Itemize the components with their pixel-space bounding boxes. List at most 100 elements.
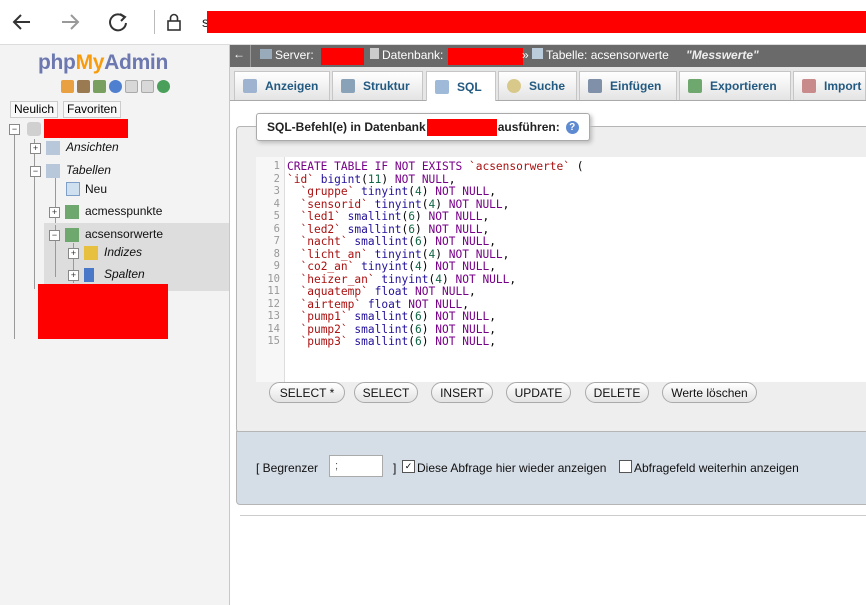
arrow-left-icon[interactable] [8,8,36,36]
table-icon [65,205,79,219]
index-icon [84,246,98,260]
redacted-address [207,11,866,33]
tree-item-views[interactable]: Ansichten [66,140,119,154]
sql-query-icon[interactable] [93,80,106,93]
table-icon [65,228,79,242]
collapse-icon[interactable]: − [30,166,41,177]
breadcrumb-database[interactable]: Datenbank: [370,48,443,62]
new-table-icon [66,182,80,196]
tab-favorites[interactable]: Favoriten [63,101,122,118]
sql-icon [435,79,449,94]
tab-search[interactable]: Suche [498,71,577,100]
table-icon [532,48,544,59]
retain-box-label: Abfragefeld weiterhin anzeigen [634,461,799,475]
navigation-sidebar: phpMyAdmin Neulich Favoriten − + Ansicht… [0,45,230,605]
refresh-icon[interactable] [157,80,170,93]
home-icon[interactable] [61,80,74,93]
insert-button[interactable]: INSERT [431,382,493,403]
table-comment: "Messwerte" [686,48,759,62]
tab-structure[interactable]: Struktur [332,71,423,100]
columns-icon [84,268,94,282]
database-icon [27,122,41,136]
sql-code-line: CREATE TABLE IF NOT EXISTS `acsensorwert… [287,160,584,173]
delimiter-label: [ Begrenzer [256,461,319,475]
tree-item-columns[interactable]: Spalten [104,267,145,281]
select-button[interactable]: SELECT [354,382,418,403]
arrow-right-icon[interactable] [56,8,84,36]
tree-item-tables[interactable]: Tabellen [66,163,111,177]
tree-item-acsensorwerte[interactable]: acsensorwerte [85,227,163,241]
delimiter-input[interactable] [329,455,383,477]
delimiter-close: ] [393,461,397,475]
delete-button[interactable]: DELETE [585,382,649,403]
sql-fieldset-legend: SQL-Befehl(e) in Datenbank ausführen: ? [256,113,590,141]
server-icon [260,49,272,59]
tables-icon [46,164,60,178]
views-icon [46,141,60,155]
tab-export[interactable]: Exportieren [679,71,791,100]
sql-code-line: `aquatemp` float NOT NULL, [300,285,476,298]
tab-import[interactable]: Import [793,71,866,100]
expand-icon[interactable]: + [68,270,79,281]
browse-icon [243,79,257,93]
redacted-server [321,48,364,65]
redacted-legend-db [426,118,497,136]
sidebar-quick-icons [61,80,170,93]
sql-code-line: `pump1` smallint(6) NOT NULL, [300,310,496,323]
sql-code-line: `co2_an` tinyint(4) NOT NULL, [300,260,496,273]
help-icon[interactable] [109,80,122,93]
sql-code-line: `airtemp` float NOT NULL, [300,297,469,311]
search-icon [507,79,521,93]
help-icon[interactable]: ? [565,120,579,134]
clear-values-button[interactable]: Werte löschen [662,382,757,403]
settings-icon[interactable] [141,80,154,93]
tab-sql[interactable]: SQL [426,71,496,101]
database-icon [370,48,379,59]
insert-icon [588,79,602,93]
retain-box-checkbox[interactable] [619,460,632,473]
update-button[interactable]: UPDATE [506,382,571,403]
redacted-database [448,48,523,65]
sql-code-line: `pump2` smallint(6) NOT NULL, [300,322,496,336]
browser-toolbar: s [0,0,866,45]
import-icon [802,79,816,93]
sql-code-line: `licht_an` tinyint(4) NOT NULL, [300,247,510,261]
tree-item-acmesspunkte[interactable]: acmesspunkte [85,204,162,218]
breadcrumb-table[interactable]: » Tabelle: acsensorwerte [522,48,669,62]
select-all-button[interactable]: SELECT * [269,382,345,403]
expand-icon[interactable]: + [49,207,60,218]
show-query-checkbox[interactable]: ✓ [402,460,415,473]
breadcrumb-server[interactable]: Server: [260,48,314,62]
sql-editor[interactable]: 123 456 789 10 11 12 13 14 15 CREATE TABLE I… [256,157,866,382]
sql-code-line: `nacht` smallint(6) NOT NULL, [300,235,496,248]
tab-browse[interactable]: Anzeigen [234,71,330,100]
sql-code-line: `gruppe` tinyint(4) NOT NULL, [300,185,496,198]
show-query-label: Diese Abfrage hier wieder anzeigen [417,461,607,475]
tab-bar: Anzeigen Struktur SQL Suche Einfügen Exp… [230,67,866,101]
lock-icon[interactable] [160,8,188,36]
reload-icon[interactable] [104,8,132,36]
redacted-tree-items [38,284,168,339]
sql-code-line: `pump3` smallint(6) NOT NULL, [300,335,496,348]
phpmyadmin-logo[interactable]: phpMyAdmin [38,51,168,75]
redacted-db-name [44,119,128,138]
docs-icon[interactable] [125,80,138,93]
breadcrumb: ← Server: Datenbank: » Tabelle: acsensor… [230,45,866,67]
arrow-left-icon[interactable]: ← [233,47,245,61]
main-panel: ← Server: Datenbank: » Tabelle: acsensor… [230,45,866,605]
tab-insert[interactable]: Einfügen [579,71,677,100]
sql-code-line: `heizer_an` tinyint(4) NOT NULL, [300,272,517,286]
export-icon [688,79,702,93]
sql-code-line: `led2` smallint(6) NOT NULL, [300,222,490,236]
divider [240,515,866,516]
logout-icon[interactable] [77,80,90,93]
tree-item-new[interactable]: Neu [85,182,107,196]
collapse-icon[interactable]: − [49,230,60,241]
structure-icon [341,79,355,93]
collapse-icon[interactable]: − [9,124,20,135]
tab-recent[interactable]: Neulich [10,101,59,118]
tree-item-indexes[interactable]: Indizes [104,245,142,259]
sql-code-line: `id` bigint(11) NOT NULL, [287,172,456,186]
expand-icon[interactable]: + [68,248,79,259]
expand-icon[interactable]: + [30,143,41,154]
